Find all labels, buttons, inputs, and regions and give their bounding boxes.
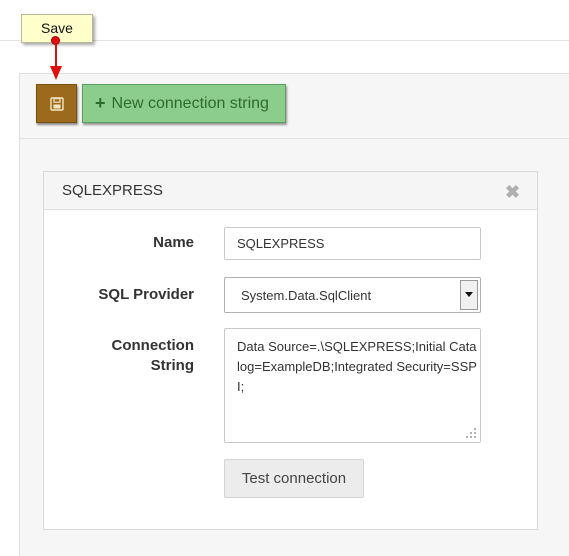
- sql-provider-select[interactable]: System.Data.SqlClient: [224, 277, 481, 313]
- callout-pointer-line: [55, 44, 57, 68]
- sql-provider-value: System.Data.SqlClient: [241, 288, 372, 303]
- sql-provider-label: SQL Provider: [98, 286, 194, 303]
- connection-string-textarea[interactable]: Data Source=.\SQLEXPRESS;Initial Catalog…: [224, 328, 481, 443]
- toolbar-divider: [20, 138, 569, 139]
- connection-string-label-line2: String: [150, 357, 194, 374]
- test-connection-button[interactable]: Test connection: [224, 459, 364, 498]
- floppy-disk-icon: [49, 96, 64, 111]
- plus-icon: +: [95, 93, 106, 113]
- new-connection-string-label: New connection string: [111, 94, 269, 112]
- connection-card-header: SQLEXPRESS ✖: [44, 172, 537, 210]
- connection-card-title: SQLEXPRESS: [62, 182, 163, 199]
- name-input-value: SQLEXPRESS: [237, 236, 325, 251]
- resize-grip-icon[interactable]: [465, 427, 477, 439]
- callout-arrowhead: [50, 66, 62, 80]
- save-button[interactable]: [36, 84, 77, 123]
- connection-string-label-line1: Connection: [111, 337, 195, 354]
- connection-string-value: Data Source=.\SQLEXPRESS;Initial Catalog…: [237, 339, 477, 394]
- name-input[interactable]: SQLEXPRESS: [224, 227, 481, 260]
- new-connection-string-button[interactable]: + New connection string: [82, 84, 286, 123]
- dropdown-arrow[interactable]: [460, 280, 478, 310]
- chevron-down-icon: [465, 292, 473, 297]
- connection-string-label: Connection String: [60, 336, 195, 376]
- close-icon[interactable]: ✖: [505, 183, 520, 201]
- name-label: Name: [153, 234, 194, 251]
